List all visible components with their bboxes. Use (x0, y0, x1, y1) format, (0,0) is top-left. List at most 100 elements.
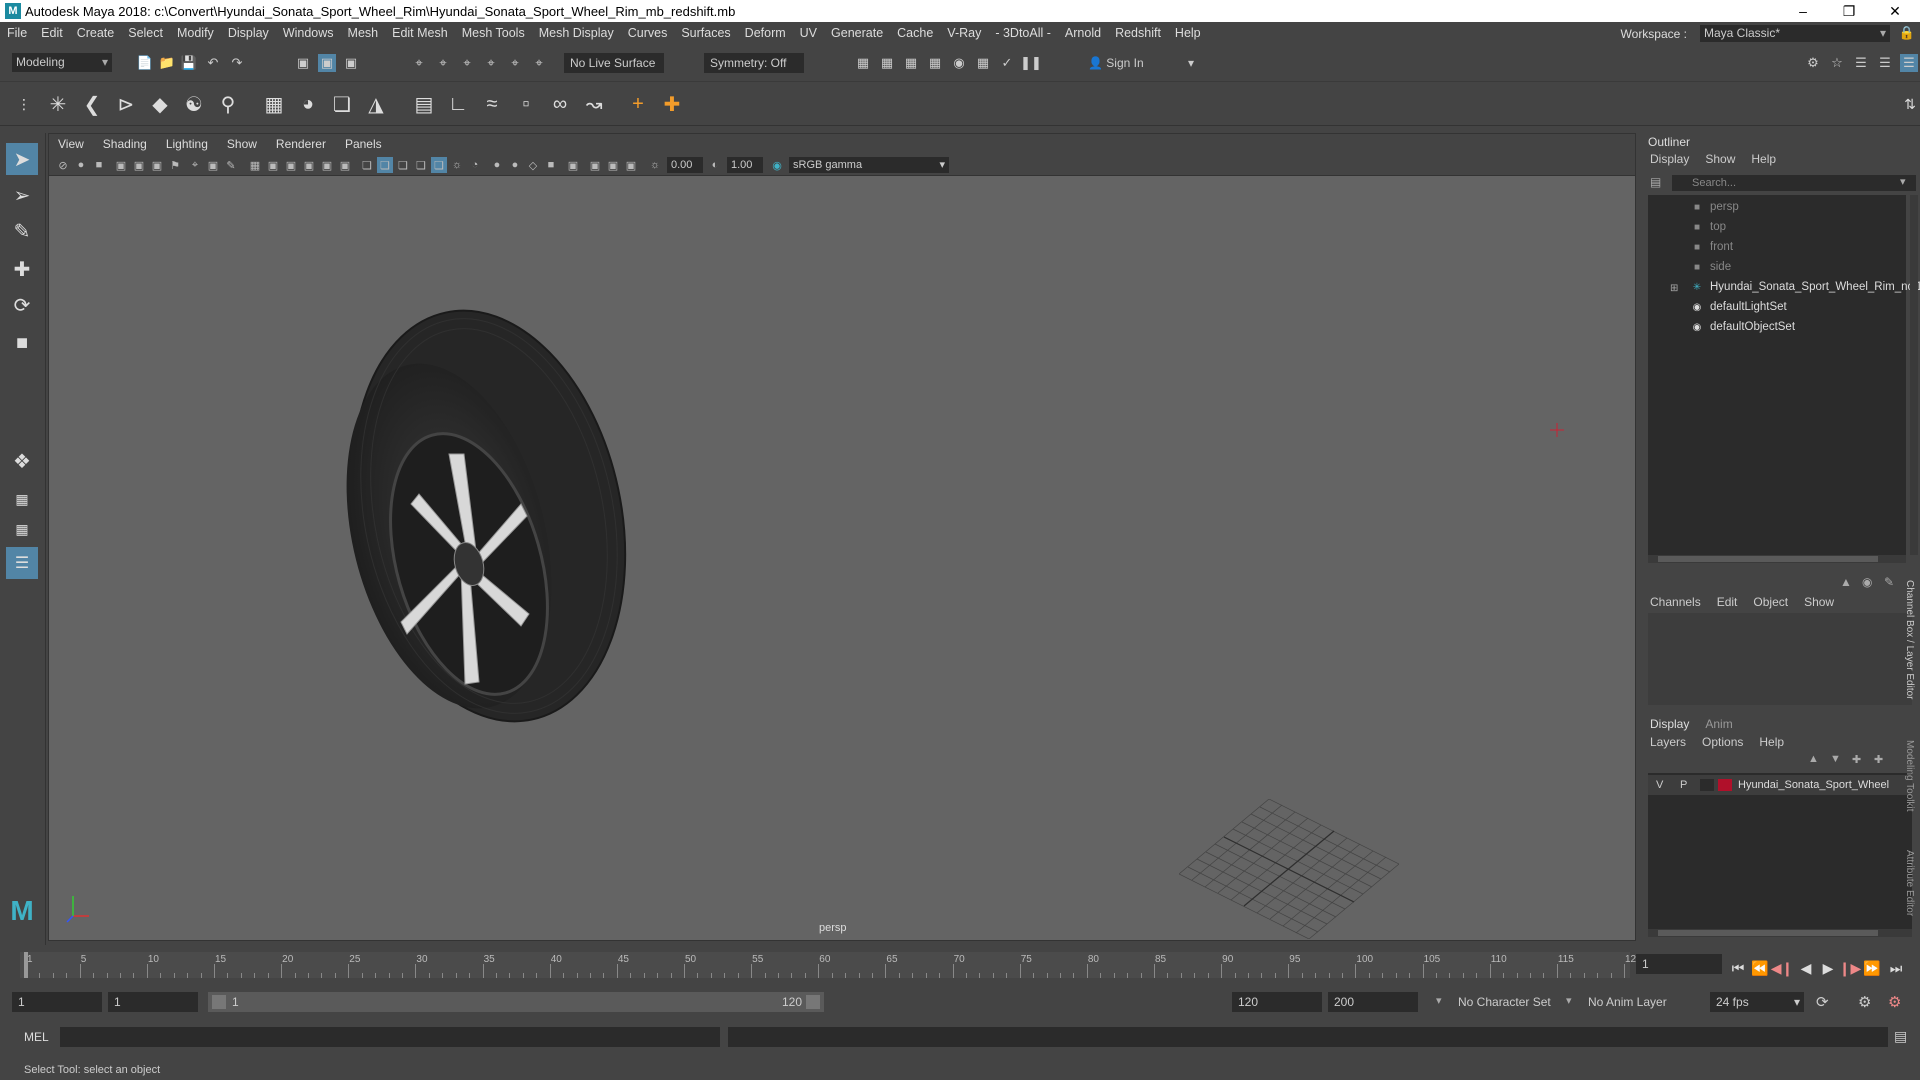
lock-icon[interactable]: 🔒 (1898, 24, 1916, 42)
channel-box-menu-object[interactable]: Object (1745, 595, 1796, 609)
use-all-lights-icon[interactable]: ❏ (413, 157, 429, 173)
layer-menu-layers[interactable]: Layers (1642, 735, 1694, 749)
move-tool-icon[interactable]: ✚ (6, 253, 38, 285)
channel-box-icon[interactable]: ☰ (1900, 54, 1918, 72)
menu-deform[interactable]: Deform (738, 26, 793, 40)
menu-edit-mesh[interactable]: Edit Mesh (385, 26, 455, 40)
side-tab-modeling-toolkit[interactable]: Modeling Toolkit (1904, 740, 1915, 812)
layer-display-type[interactable] (1700, 779, 1714, 791)
save-scene-icon[interactable]: 💾 (180, 54, 198, 72)
extrude-icon[interactable]: ▤ (410, 90, 438, 118)
menu-generate[interactable]: Generate (824, 26, 890, 40)
playback-start-field[interactable]: 1 (108, 992, 198, 1012)
lasso-icon[interactable]: ❮ (78, 90, 106, 118)
outliner-item-wheel-group[interactable]: ✳ Hyundai_Sonata_Sport_Wheel_Rim_ncl1 (1690, 281, 1920, 293)
shelf-scroll-icon[interactable]: ⇅ (1896, 90, 1920, 118)
layer-visibility-toggle[interactable]: V (1656, 779, 1663, 791)
depth-of-field-icon[interactable]: ● (507, 157, 523, 173)
menu-vray[interactable]: V-Ray (940, 26, 988, 40)
go-to-end-icon[interactable]: ⏭ (1886, 958, 1906, 978)
minimize-icon[interactable]: – (1780, 0, 1826, 22)
camera-lock-icon[interactable]: ⌖ (187, 157, 203, 173)
wireframe-icon[interactable]: ▣ (337, 157, 353, 173)
select-tool-icon[interactable]: ➤ (6, 143, 38, 175)
step-forward-frame-icon[interactable]: ❙▶ (1839, 958, 1862, 978)
menu-display[interactable]: Display (221, 26, 276, 40)
new-scene-icon[interactable]: 📄 (136, 54, 154, 72)
film-gate-icon[interactable]: ▣ (205, 157, 221, 173)
channel-box-lock-icon[interactable]: ◉ (1862, 575, 1872, 589)
character-set-dropdown[interactable]: No Character Set (1452, 992, 1572, 1012)
anim-layer-dropdown[interactable]: No Anim Layer (1582, 992, 1682, 1012)
channel-box-edit-icon[interactable]: ✎ (1884, 575, 1894, 589)
open-scene-icon[interactable]: 📁 (158, 54, 176, 72)
loop-icon[interactable]: ⟳ (1816, 993, 1829, 1011)
image-plane-icon[interactable]: ▣ (113, 157, 129, 173)
range-slider-bar[interactable]: 1 120 (208, 992, 824, 1012)
snap-view-icon[interactable]: ⌖ (482, 54, 500, 72)
outliner-search-input[interactable]: Search... (1672, 175, 1916, 191)
resolution-gate-icon[interactable]: ✎ (223, 157, 239, 173)
viewport-menu-view[interactable]: View (49, 137, 94, 151)
menu-create[interactable]: Create (70, 26, 122, 40)
xray-components-icon[interactable]: ▣ (587, 157, 603, 173)
maximize-icon[interactable]: ❐ (1826, 0, 1872, 22)
pause-icon[interactable]: ❚❚ (1020, 54, 1042, 72)
play-backward-icon[interactable]: ◀ (1796, 958, 1816, 978)
menu-redshift[interactable]: Redshift (1108, 26, 1168, 40)
step-forward-key-icon[interactable]: ⏩ (1862, 958, 1882, 978)
shadows-icon[interactable]: ❏ (431, 157, 447, 173)
center-pivot-icon[interactable]: + (624, 90, 652, 118)
menu-set-dropdown[interactable]: Modeling (12, 53, 112, 72)
menu-arnold[interactable]: Arnold (1058, 26, 1108, 40)
cube-icon[interactable]: ❏ (328, 90, 356, 118)
layer-playback-toggle[interactable]: P (1680, 779, 1687, 791)
camera-select-icon[interactable]: ⊘ (55, 157, 71, 173)
outliner-item-top[interactable]: ■ top (1690, 221, 1726, 233)
freeze-transform-icon[interactable]: ✚ (658, 90, 686, 118)
command-input[interactable] (60, 1027, 720, 1047)
step-back-frame-icon[interactable]: ◀❙ (1771, 958, 1794, 978)
fps-dropdown[interactable]: 24 fps ▾ (1710, 992, 1804, 1012)
shelf-options-icon[interactable]: ⋮ (10, 90, 38, 118)
hud-toggle-icon[interactable]: ▣ (605, 157, 621, 173)
paint-select-icon[interactable]: ⊳ (112, 90, 140, 118)
render-sequence-icon[interactable]: ▦ (878, 54, 896, 72)
viewport-menu-panels[interactable]: Panels (336, 137, 392, 151)
outliner-menu-show[interactable]: Show (1697, 152, 1743, 166)
outliner-item-side[interactable]: ■ side (1690, 261, 1731, 273)
create-polygon-icon[interactable]: ▦ (260, 90, 288, 118)
workspace-dropdown[interactable]: Maya Classic* (1700, 25, 1890, 42)
color-management-icon[interactable]: ◉ (769, 157, 785, 173)
tab-display[interactable]: Display (1642, 717, 1697, 731)
soft-select-icon[interactable]: ✳ (44, 90, 72, 118)
2d-pan-icon[interactable]: ▣ (131, 157, 147, 173)
menu-cache[interactable]: Cache (890, 26, 940, 40)
current-time-indicator[interactable] (24, 952, 28, 978)
outliner-item-default-object-set[interactable]: ◉ defaultObjectSet (1690, 321, 1795, 333)
chevron-down-icon[interactable]: ▾ (1900, 175, 1906, 188)
auto-key-icon[interactable]: ⚙ (1858, 993, 1871, 1011)
rotate-tool-icon[interactable]: ⟳ (6, 289, 38, 321)
tool-settings-icon[interactable]: ☰ (1876, 54, 1894, 72)
menu-windows[interactable]: Windows (276, 26, 341, 40)
hypershade-icon[interactable]: ◉ (950, 54, 968, 72)
joint-icon[interactable]: ⚲ (214, 90, 242, 118)
cylinder-icon[interactable]: ◮ (362, 90, 390, 118)
script-language-toggle[interactable]: MEL (24, 1030, 49, 1044)
layer-hscrollbar[interactable] (1648, 929, 1912, 937)
sign-in-button[interactable]: 👤 Sign In ▾ (1082, 53, 1198, 73)
multi-cut-icon[interactable]: ▫ (512, 90, 540, 118)
bevel-icon[interactable]: ∟ (444, 90, 472, 118)
animation-end-field[interactable]: 200 (1328, 992, 1418, 1012)
outliner-item-default-light-set[interactable]: ◉ defaultLightSet (1690, 301, 1787, 313)
select-hierarchy-icon[interactable]: ▣ (294, 54, 312, 72)
snap-surface-icon[interactable]: ⌖ (506, 54, 524, 72)
target-weld-icon[interactable]: ↝ (580, 90, 608, 118)
render-setup-icon[interactable]: ✓ (998, 54, 1016, 72)
menu-mesh[interactable]: Mesh (341, 26, 386, 40)
go-to-start-icon[interactable]: ⏮ (1728, 958, 1748, 978)
four-view-layout-icon[interactable]: ▦ (6, 513, 38, 545)
snap-curve-icon[interactable]: ⌖ (434, 54, 452, 72)
field-chart-icon[interactable]: ▣ (283, 157, 299, 173)
